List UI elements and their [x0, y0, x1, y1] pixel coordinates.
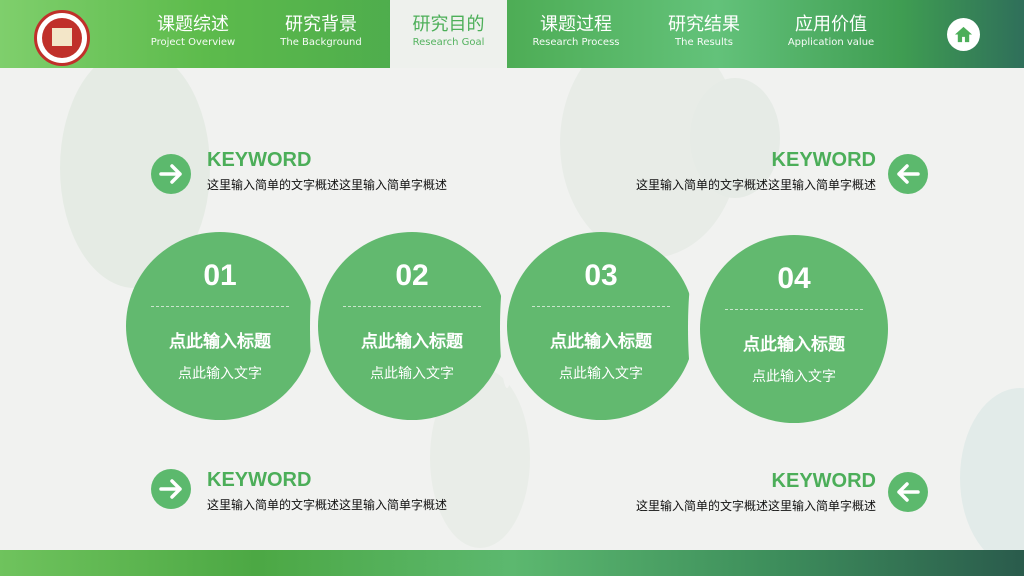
university-seal-icon[interactable] [34, 10, 90, 66]
nav-tab-label: 课题综述 [157, 14, 229, 35]
nav-tab-sublabel: Application value [787, 37, 875, 48]
nav-tab-label: 研究目的 [412, 14, 485, 35]
keyword-description: 这里输入简单的文字概述这里输入简单字概述 [635, 178, 876, 192]
step-number: 02 [395, 259, 429, 292]
keyword-title: KEYWORD [771, 149, 876, 171]
step-text: 点此输入文字 [370, 366, 454, 382]
nav-tab-sublabel: Project Overview [150, 37, 236, 48]
keyword-description: 这里输入简单的文字概述这里输入简单字概述 [635, 499, 876, 513]
nav-tab-label: 应用价值 [795, 14, 867, 35]
step-text: 点此输入文字 [559, 366, 643, 382]
home-icon[interactable] [947, 18, 980, 51]
step-number: 04 [777, 262, 811, 295]
step-title: 点此输入标题 [550, 332, 652, 352]
step-circle-04[interactable]: 04 点此输入标题 点此输入文字 [700, 235, 888, 423]
step-text: 点此输入文字 [178, 366, 262, 382]
keyword-description: 这里输入简单的文字概述这里输入简单字概述 [207, 178, 448, 192]
slide-content: KEYWORD 这里输入简单的文字概述这里输入简单字概述 KEYWORD 这里输… [0, 68, 1024, 550]
bottom-decorative-bar [0, 550, 1024, 576]
nav-tab-background[interactable]: 研究背景 The Background [258, 0, 384, 68]
step-title: 点此输入标题 [743, 335, 845, 355]
nav-tab-project-overview[interactable]: 课题综述 Project Overview [130, 0, 256, 68]
step-title: 点此输入标题 [169, 332, 271, 352]
nav-tab-label: 研究结果 [668, 14, 740, 35]
nav-tab-sublabel: The Background [280, 37, 362, 48]
top-nav-bar: 课题综述 Project Overview 研究背景 The Backgroun… [0, 0, 1024, 68]
nav-tab-label: 课题过程 [540, 14, 612, 35]
arrow-left-icon [888, 154, 928, 194]
keyword-title: KEYWORD [207, 149, 312, 171]
dashed-divider [343, 306, 481, 307]
step-text: 点此输入文字 [752, 369, 836, 385]
step-circle-03[interactable]: 03 点此输入标题 点此输入文字 [507, 232, 695, 420]
arrow-right-icon [151, 154, 191, 194]
dashed-divider [151, 306, 289, 307]
dashed-divider [532, 306, 670, 307]
keyword-title: KEYWORD [207, 469, 312, 491]
step-circle-02[interactable]: 02 点此输入标题 点此输入文字 [318, 232, 506, 420]
step-circle-01[interactable]: 01 点此输入标题 点此输入文字 [126, 232, 314, 420]
nav-tab-application-value[interactable]: 应用价值 Application value [768, 0, 894, 68]
arrow-right-icon [151, 469, 191, 509]
arrow-left-icon [888, 472, 928, 512]
dashed-divider [725, 309, 863, 310]
nav-tab-research-goal[interactable]: 研究目的 Research Goal [390, 0, 507, 68]
step-number: 03 [584, 259, 618, 292]
step-number: 01 [203, 259, 237, 292]
nav-tab-research-process[interactable]: 课题过程 Research Process [513, 0, 639, 68]
nav-tab-label: 研究背景 [285, 14, 357, 35]
background-shape [960, 388, 1024, 550]
keyword-title: KEYWORD [771, 470, 876, 492]
seal-building [52, 28, 72, 46]
keyword-description: 这里输入简单的文字概述这里输入简单字概述 [207, 498, 448, 512]
nav-tab-results[interactable]: 研究结果 The Results [641, 0, 767, 68]
nav-tab-sublabel: The Results [675, 37, 733, 48]
step-title: 点此输入标题 [361, 332, 463, 352]
nav-tab-sublabel: Research Process [532, 37, 620, 48]
nav-tab-sublabel: Research Goal [412, 37, 485, 48]
